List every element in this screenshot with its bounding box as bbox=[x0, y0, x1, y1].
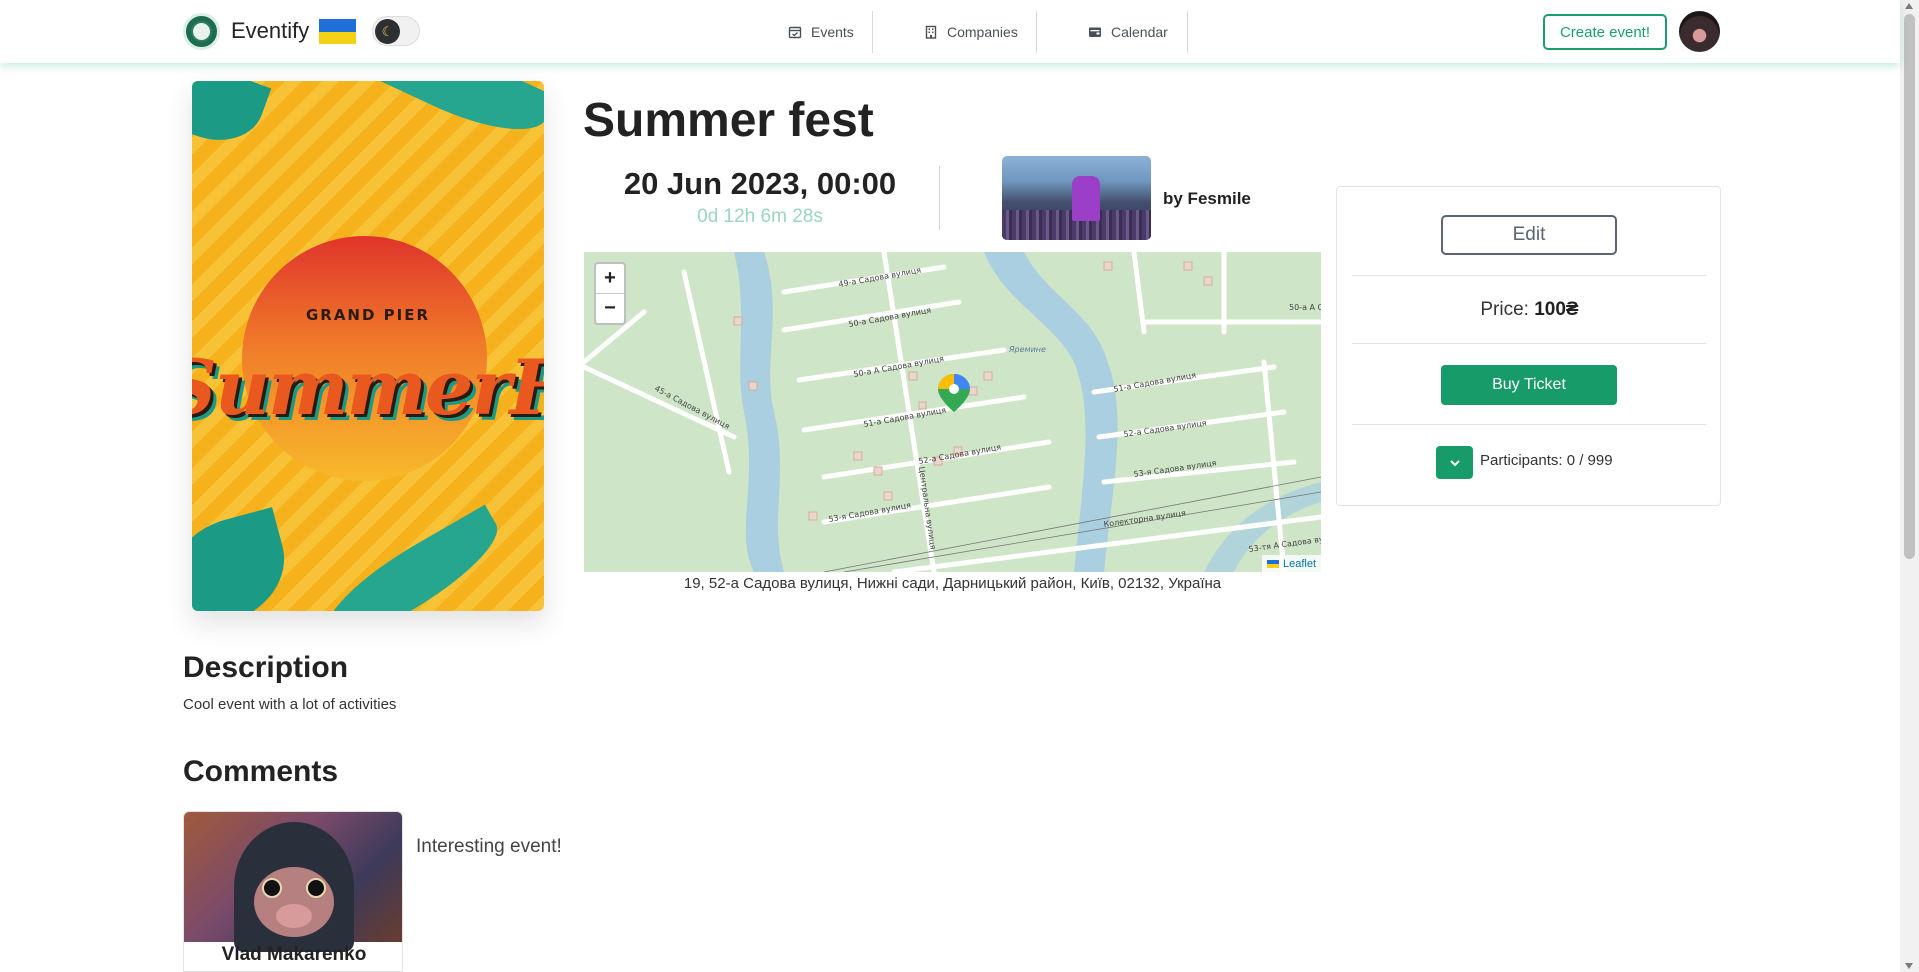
event-title: Summer fest bbox=[583, 94, 874, 147]
description-heading: Description bbox=[183, 651, 349, 684]
event-location-map[interactable]: 49-а Садова вулиця 50-а Садова вулиця 50… bbox=[584, 252, 1321, 572]
description-text: Cool event with a lot of activities bbox=[183, 696, 397, 713]
organizer-image[interactable] bbox=[1002, 156, 1151, 240]
palm-leaf-decoration bbox=[192, 507, 298, 611]
scroll-up-arrow-icon[interactable] bbox=[1905, 3, 1913, 9]
nav-calendar[interactable]: Calendar bbox=[1078, 12, 1178, 52]
edit-button[interactable]: Edit bbox=[1441, 215, 1617, 255]
poster-presenter-text: GRAND PIER bbox=[305, 306, 431, 324]
svg-text:50-а Садова вулиця: 50-а Садова вулиця bbox=[848, 306, 932, 329]
ukraine-flag-icon bbox=[1266, 559, 1279, 568]
building-icon bbox=[925, 25, 937, 39]
map-zoom-control: + − bbox=[594, 262, 626, 325]
participants-count: Participants: 0 / 999 bbox=[1480, 452, 1613, 469]
nav-calendar-label: Calendar bbox=[1111, 24, 1168, 40]
comment-author-avatar bbox=[184, 812, 402, 952]
price-label: Price: bbox=[1480, 299, 1529, 320]
price-value: 100₴ bbox=[1534, 299, 1579, 320]
nav-divider bbox=[1187, 11, 1188, 53]
svg-text:Колекторна вулиця: Колекторна вулиця bbox=[1103, 509, 1186, 529]
nav-divider bbox=[1036, 11, 1037, 53]
price-row: Price: 100₴ bbox=[1337, 299, 1722, 321]
svg-text:Яремине: Яремине bbox=[1008, 345, 1046, 354]
svg-text:50-а А С: 50-а А С bbox=[1289, 303, 1321, 312]
user-avatar[interactable] bbox=[1679, 11, 1720, 52]
theme-toggle[interactable]: ☾ bbox=[372, 16, 420, 46]
eventify-logo-icon[interactable] bbox=[183, 13, 220, 50]
nav-divider bbox=[872, 11, 873, 53]
participants-expand-button[interactable] bbox=[1436, 446, 1473, 479]
buy-ticket-button[interactable]: Buy Ticket bbox=[1441, 365, 1617, 405]
scrollbar-thumb[interactable] bbox=[1904, 14, 1915, 559]
comments-heading: Comments bbox=[183, 755, 339, 788]
scroll-down-arrow-icon[interactable] bbox=[1905, 963, 1913, 969]
nav-events-label: Events bbox=[811, 24, 854, 40]
svg-text:52-а Садова вулиця: 52-а Садова вулиця bbox=[1123, 418, 1207, 439]
event-date: 20 Jun 2023, 00:00 bbox=[623, 166, 897, 201]
map-tiles: 49-а Садова вулиця 50-а Садова вулиця 50… bbox=[584, 252, 1321, 572]
comment-author-name: Vlad Makarenko bbox=[221, 944, 367, 965]
palm-leaf-decoration bbox=[311, 504, 513, 611]
wallet-icon bbox=[1089, 27, 1101, 37]
svg-text:51-а Садова вулиця: 51-а Садова вулиця bbox=[863, 406, 947, 429]
zoom-out-button[interactable]: − bbox=[596, 293, 624, 322]
nav-companies[interactable]: Companies bbox=[914, 12, 1028, 52]
leaflet-link[interactable]: Leaflet bbox=[1283, 558, 1316, 570]
moon-icon: ☾ bbox=[375, 19, 400, 44]
svg-text:52-а Садова вулиця: 52-а Садова вулиця bbox=[918, 443, 1002, 466]
ticket-card: Edit Price: 100₴ Buy Ticket Participants… bbox=[1336, 186, 1721, 506]
zoom-in-button[interactable]: + bbox=[596, 264, 624, 293]
ukraine-flag-icon[interactable] bbox=[319, 19, 356, 44]
header-divider bbox=[939, 166, 940, 230]
event-poster-image: GRAND PIER SummerFest bbox=[192, 81, 544, 611]
organizer-name[interactable]: by Fesmile bbox=[1163, 189, 1251, 209]
create-event-button[interactable]: Create event! bbox=[1543, 14, 1667, 50]
top-navbar: Eventify ☾ Events Companies Calendar Cre… bbox=[0, 0, 1900, 63]
poster-title-text: SummerFest bbox=[192, 343, 544, 432]
svg-text:51-а Садова вулиця: 51-а Садова вулиця bbox=[1113, 371, 1197, 394]
chevron-down-icon bbox=[1449, 459, 1460, 466]
calendar-check-icon bbox=[788, 26, 802, 39]
event-countdown: 0d 12h 6m 28s bbox=[697, 206, 823, 227]
palm-leaf-decoration bbox=[367, 81, 544, 152]
card-divider bbox=[1352, 275, 1706, 276]
card-divider bbox=[1352, 343, 1706, 344]
nav-companies-label: Companies bbox=[947, 24, 1018, 40]
comment-author-card[interactable]: Vlad Makarenko bbox=[183, 811, 403, 972]
map-attribution: Leaflet bbox=[1261, 555, 1321, 572]
palm-leaf-decoration bbox=[192, 81, 272, 155]
brand-name[interactable]: Eventify bbox=[231, 18, 309, 44]
nav-events[interactable]: Events bbox=[778, 12, 864, 52]
page-scrollbar[interactable] bbox=[1900, 0, 1919, 972]
event-address: 19, 52-а Садова вулиця, Нижні сади, Дарн… bbox=[683, 575, 1222, 592]
comment-text: Interesting event! bbox=[416, 836, 562, 857]
card-divider bbox=[1352, 424, 1706, 425]
svg-text:49-а Садова вулиця: 49-а Садова вулиця bbox=[838, 266, 922, 289]
